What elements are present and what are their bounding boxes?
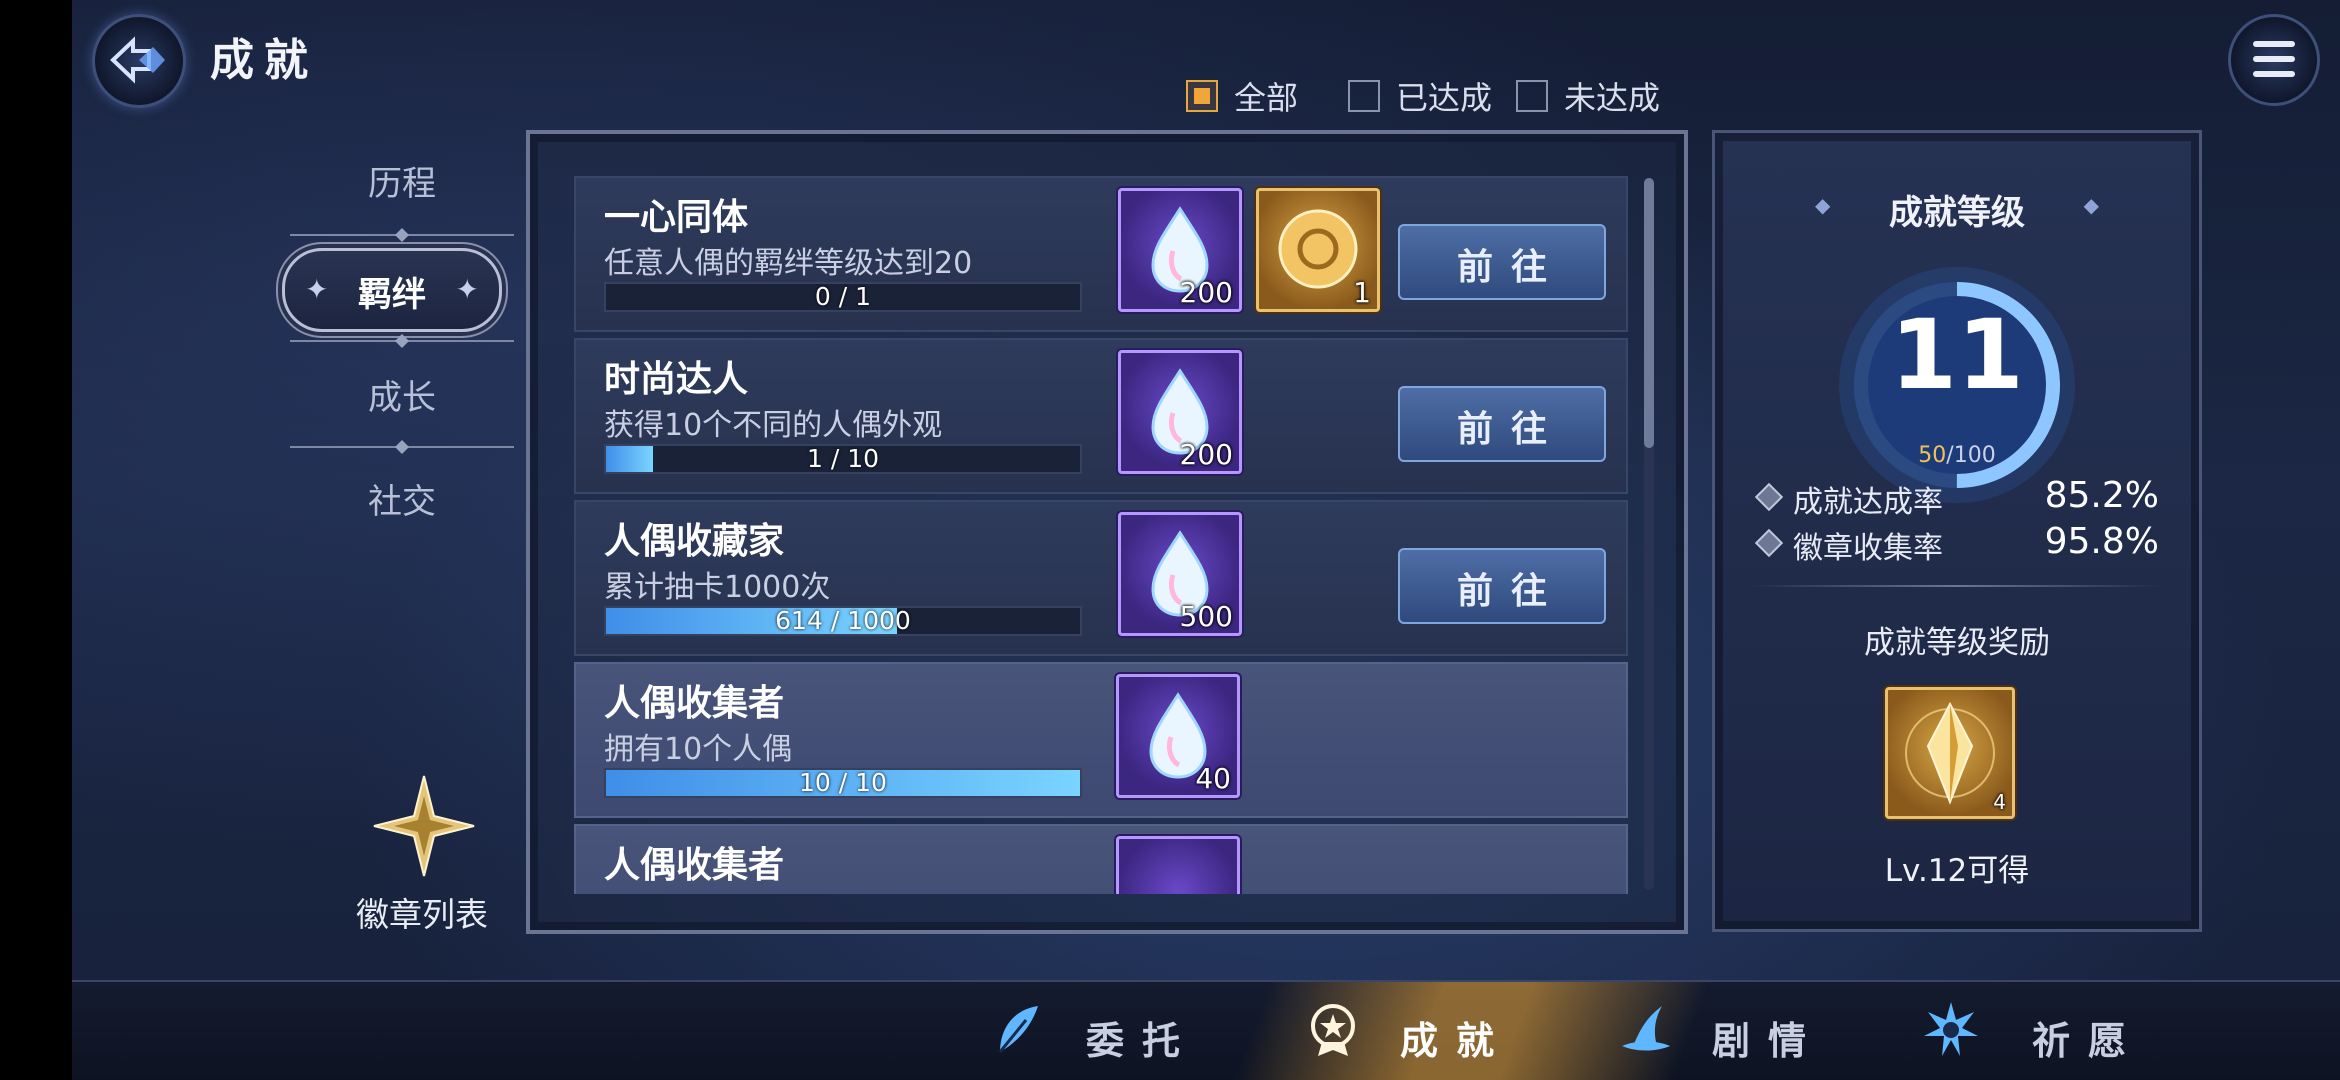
menu-icon	[2253, 41, 2295, 47]
diamond-bullet-icon	[1754, 482, 1784, 512]
level-reward-item[interactable]: 4	[1885, 687, 2015, 819]
divider-ornament	[290, 440, 514, 454]
filter-all[interactable]: 全部	[1186, 74, 1298, 118]
achievement-card[interactable]: 人偶收集者 拥有10个人偶 10 / 10 40	[574, 662, 1628, 818]
badge-rate-value: 95.8%	[2044, 521, 2159, 562]
category-growth[interactable]: 成长	[302, 370, 502, 419]
achievement-list[interactable]: 一心同体 任意人偶的羁绊等级达到20 0 / 1 200 1 前往 时尚达人 获…	[574, 176, 1630, 894]
diamond-icon: ◆	[1815, 193, 1831, 217]
back-button[interactable]	[92, 14, 186, 108]
reward-gem[interactable]: 200	[1118, 188, 1242, 312]
progress-text: 10 / 10	[799, 768, 887, 797]
achievement-title: 人偶收集者	[604, 845, 785, 886]
progress-text: 0 / 1	[814, 282, 872, 311]
progress-text: 614 / 1000	[775, 606, 911, 635]
divider	[1751, 585, 2161, 587]
reward-condition: Lv.12可得	[1884, 853, 2030, 889]
achievement-title: 人偶收集者	[604, 683, 785, 724]
level-reward-title: 成就等级奖励	[1864, 625, 2050, 661]
checkbox-icon	[1348, 80, 1380, 112]
achievement-desc: 累计抽卡1000次	[604, 570, 831, 605]
go-button[interactable]: 前往	[1398, 224, 1606, 300]
filter-achieved[interactable]: 已达成	[1348, 74, 1492, 118]
divider-ornament	[290, 334, 514, 348]
reward-gem[interactable]: 40	[1116, 674, 1240, 798]
category-history[interactable]: 历程	[302, 156, 502, 205]
nav-commission[interactable]: 委托	[990, 980, 1290, 1080]
diamond-icon: ◆	[2083, 193, 2099, 217]
checkbox-icon	[1186, 80, 1218, 112]
progress-bar: 614 / 1000	[604, 606, 1082, 636]
progress-bar: 0 / 1	[604, 282, 1082, 312]
completion-rate-value: 85.2%	[2044, 475, 2159, 516]
scrollbar-thumb[interactable]	[1644, 178, 1654, 448]
progress-text: 1 / 10	[806, 444, 880, 473]
reward-gem[interactable]: 500	[1118, 512, 1242, 636]
achievement-desc: 获得10个不同的人偶外观	[604, 408, 943, 443]
achievement-title: 时尚达人	[604, 359, 749, 400]
level-title: 成就等级	[1889, 193, 2025, 233]
achievement-card: 时尚达人 获得10个不同的人偶外观 1 / 10 200 前往	[574, 338, 1628, 494]
reward-coin[interactable]: 1	[1256, 188, 1380, 312]
achievement-level-panel: 成就等级 ◆ ◆ 11 50/100 成就达成率 85.2% 徽章收集率 95.…	[1712, 130, 2202, 932]
achievement-desc: 拥有10个人偶	[604, 732, 793, 767]
badge-list-button[interactable]: 徽章列表	[322, 772, 522, 934]
back-arrow-icon	[110, 36, 165, 84]
level-number: 11	[1890, 299, 2024, 411]
star-burst-icon	[1924, 1002, 1978, 1056]
nav-story[interactable]: 剧情	[1616, 980, 1916, 1080]
nav-achievements[interactable]: 成就	[1304, 980, 1604, 1080]
nav-wish[interactable]: 祈愿	[1922, 980, 2222, 1080]
reward-gem[interactable]	[1116, 836, 1240, 894]
achievement-title: 一心同体	[604, 197, 749, 238]
go-button[interactable]: 前往	[1398, 386, 1606, 462]
badge-rate-row: 徽章收集率 95.8%	[1754, 521, 2159, 566]
compass-star-icon	[373, 775, 475, 877]
achievement-card: 一心同体 任意人偶的羁绊等级达到20 0 / 1 200 1 前往	[574, 176, 1628, 332]
sparkle-icon: ✦	[455, 273, 479, 306]
diamond-bullet-icon	[1754, 528, 1784, 558]
level-exp: 50/100	[1918, 443, 1996, 468]
witch-hat-icon	[1622, 1006, 1670, 1051]
reward-gem[interactable]: 200	[1118, 350, 1242, 474]
progress-bar: 10 / 10	[604, 768, 1082, 798]
go-button[interactable]: 前往	[1398, 548, 1606, 624]
category-social[interactable]: 社交	[302, 474, 502, 523]
category-bond[interactable]: ✦ 羁绊 ✦	[282, 248, 502, 332]
achievement-desc: 任意人偶的羁绊等级达到20	[604, 246, 973, 281]
divider-ornament	[290, 228, 514, 242]
menu-button[interactable]	[2228, 14, 2320, 106]
feather-icon	[998, 1006, 1038, 1053]
filter-not-achieved[interactable]: 未达成	[1516, 74, 1660, 118]
progress-bar: 1 / 10	[604, 444, 1082, 474]
achievement-card[interactable]: 人偶收集者	[574, 824, 1628, 894]
completion-rate-row: 成就达成率 85.2%	[1754, 475, 2159, 520]
scrollbar[interactable]	[1644, 178, 1654, 890]
medal-icon	[1311, 1004, 1355, 1056]
page-title: 成就	[210, 35, 318, 86]
achievement-title: 人偶收藏家	[604, 521, 785, 562]
checkbox-icon	[1516, 80, 1548, 112]
achievement-card: 人偶收藏家 累计抽卡1000次 614 / 1000 500 前往	[574, 500, 1628, 656]
achievement-list-panel: 一心同体 任意人偶的羁绊等级达到20 0 / 1 200 1 前往 时尚达人 获…	[526, 130, 1688, 934]
game-screen: 成就 全部 已达成 未达成 历程 ✦ 羁绊 ✦ 成长 社交 徽章列表 一心同体 …	[72, 0, 2340, 1080]
